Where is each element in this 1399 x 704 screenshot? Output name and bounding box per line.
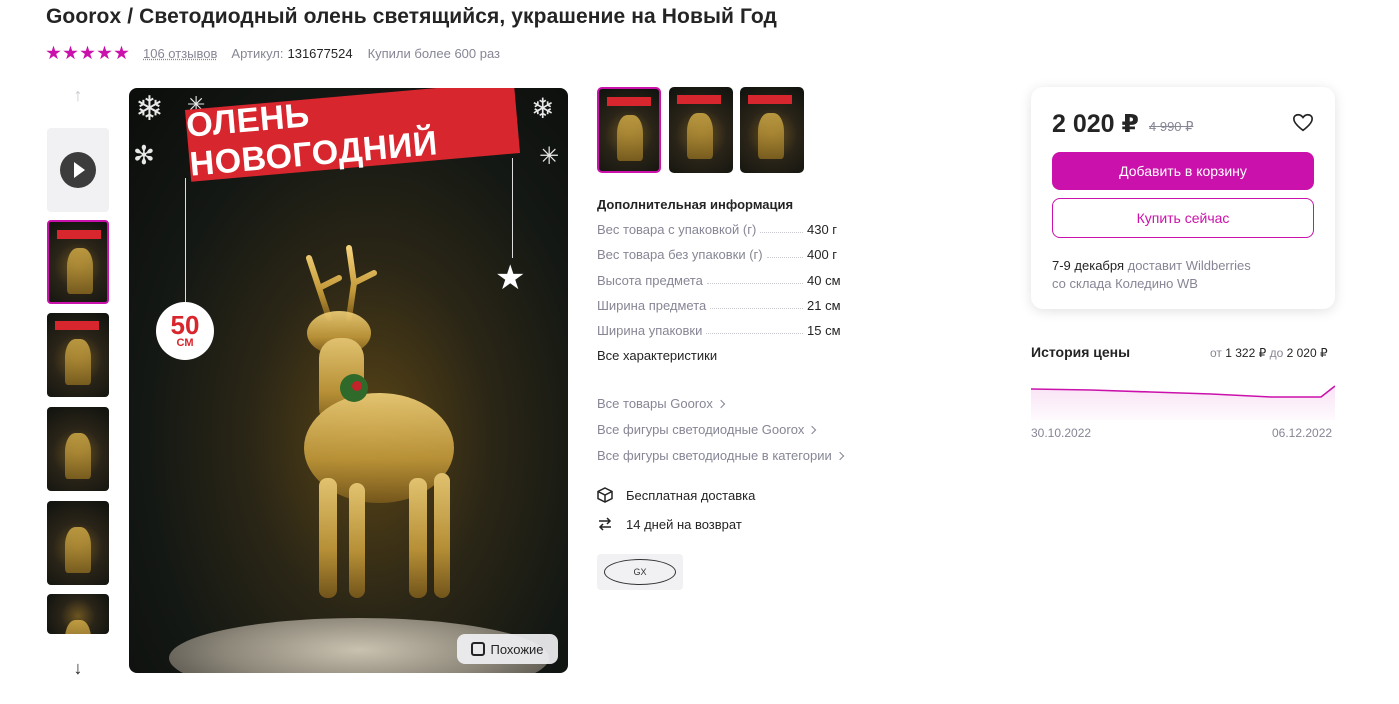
price-card: 2 020 ₽ 4 990 ₽ Добавить в корзину Купит… [1031, 87, 1335, 309]
feature-return: 14 дней на возврат [597, 516, 742, 532]
star-icon [63, 45, 78, 60]
chevron-right-icon [716, 399, 726, 409]
size-badge: 50 СМ [156, 302, 214, 360]
delivery-date: 7-9 декабря [1052, 258, 1124, 273]
spec-row: Вес товара с упаковкой (г) 430 г [597, 219, 857, 239]
spec-label: Ширина упаковки [597, 322, 703, 338]
spec-label: Высота предмета [597, 272, 703, 288]
hanging-string [185, 178, 186, 302]
article-label: Артикул: [231, 45, 284, 61]
star-icon [97, 45, 112, 60]
chevron-right-icon [835, 451, 844, 461]
article-value[interactable]: 131677524 [287, 46, 352, 61]
product-title: Goorox / Светодиодный олень светящийся, … [46, 5, 777, 28]
size-number: 50 [170, 310, 200, 340]
range-to-label: до [1269, 346, 1284, 360]
price-history-title: История цены [1031, 344, 1131, 360]
spec-row: Высота предмета 40 см [597, 270, 857, 290]
chevron-right-icon [808, 425, 817, 435]
category-link[interactable]: Все фигуры светодиодные в категории [597, 448, 844, 463]
box-icon [597, 487, 613, 503]
link-label: Все фигуры светодиодные в категории [597, 448, 832, 463]
old-price: 4 990 ₽ [1149, 119, 1194, 134]
add-to-cart-button[interactable]: Добавить в корзину [1052, 152, 1314, 190]
thumbnail[interactable] [47, 594, 109, 634]
arrow-down-icon[interactable]: ↓ [47, 659, 109, 677]
banner: ОЛЕНЬ НОВОГОДНИЙ [184, 88, 521, 184]
snowflake-icon: ✳ [539, 143, 560, 170]
rating-stars[interactable] [46, 45, 129, 61]
variant-thumbnail[interactable] [597, 87, 661, 173]
hanging-star-icon: ★ [495, 259, 526, 297]
spec-row: Ширина предмета 21 см [597, 295, 857, 315]
arrow-up-icon[interactable]: ↑ [47, 86, 109, 104]
spec-label: Вес товара без упаковки (г) [597, 246, 763, 262]
variant-thumbnail[interactable] [740, 87, 804, 173]
link-label: Все товары Goorox [597, 396, 713, 411]
brand-products-link[interactable]: Все товары Goorox [597, 396, 726, 411]
info-title: Дополнительная информация [597, 197, 794, 212]
spec-label: Вес товара с упаковкой (г) [597, 221, 757, 237]
star-icon [114, 45, 129, 60]
spec-value: 40 см [807, 272, 841, 288]
spec-value: 400 г [807, 246, 838, 262]
spec-row: Ширина упаковки 15 см [597, 320, 857, 340]
bought-count: Купили более 600 раз [367, 45, 501, 61]
delivery-info: 7-9 декабря доставит Wildberries [1052, 258, 1251, 273]
thumbnail[interactable] [47, 501, 109, 585]
similar-search-icon [471, 642, 486, 656]
spec-value: 430 г [807, 221, 838, 237]
star-icon [46, 45, 61, 60]
spec-row: Вес товара без упаковки (г) 400 г [597, 244, 857, 264]
thumbnail[interactable] [47, 220, 109, 304]
history-end-date: 06.12.2022 [1272, 426, 1333, 440]
range-from-label: от [1210, 346, 1222, 360]
heart-icon[interactable] [1292, 112, 1314, 134]
video-thumbnail[interactable] [47, 128, 109, 212]
hanging-string [512, 158, 513, 258]
price-history-chart[interactable] [1031, 378, 1335, 420]
banner-text: ОЛЕНЬ НОВОГОДНИЙ [184, 96, 440, 184]
star-icon [80, 45, 95, 60]
delivery-warehouse: со склада Коледино WB [1052, 276, 1198, 291]
price-history-range: от 1 322 ₽ до 2 020 ₽ [1210, 346, 1328, 360]
feature-label: 14 дней на возврат [626, 516, 742, 532]
thumbnail[interactable] [47, 313, 109, 397]
brand-logo-mark: GX [604, 559, 676, 585]
delivery-text: доставит Wildberries [1124, 258, 1251, 273]
spec-label: Ширина предмета [597, 297, 707, 313]
brand-logo[interactable]: GX [597, 554, 683, 590]
main-product-image[interactable]: ❄ ✻ ✳ ❄ ✳ ОЛЕНЬ НОВОГОДНИЙ 50 СМ ★ Похож… [129, 88, 568, 673]
range-from-value: 1 322 ₽ [1225, 346, 1267, 360]
spec-value: 15 см [807, 322, 841, 338]
snowflake-icon: ❄ [531, 93, 555, 124]
similar-label: Похожие [490, 641, 544, 657]
thumbnail[interactable] [47, 407, 109, 491]
feature-label: Бесплатная доставка [626, 487, 756, 503]
snowflake-icon: ✻ [133, 140, 155, 170]
variant-thumbnail[interactable] [669, 87, 733, 173]
feature-free-delivery: Бесплатная доставка [597, 487, 755, 503]
reviews-link[interactable]: 106 отзывов [143, 46, 217, 61]
link-label: Все фигуры светодиодные Goorox [597, 422, 805, 437]
history-start-date: 30.10.2022 [1031, 426, 1092, 440]
size-unit: СМ [176, 337, 194, 349]
current-price: 2 020 ₽ [1052, 110, 1139, 138]
similar-button[interactable]: Похожие [457, 634, 558, 664]
range-to-value: 2 020 ₽ [1286, 346, 1328, 360]
brand-category-link[interactable]: Все фигуры светодиодные Goorox [597, 422, 817, 437]
product-meta: 106 отзывов Артикул: 131677524 Купили бо… [46, 44, 500, 62]
buy-now-button[interactable]: Купить сейчас [1052, 198, 1314, 238]
spec-value: 21 см [807, 297, 841, 313]
all-specs-link[interactable]: Все характеристики [597, 348, 717, 363]
play-icon [60, 152, 96, 188]
return-icon [598, 517, 612, 531]
snowflake-icon: ❄ [135, 90, 164, 128]
deer-figure [304, 245, 454, 598]
